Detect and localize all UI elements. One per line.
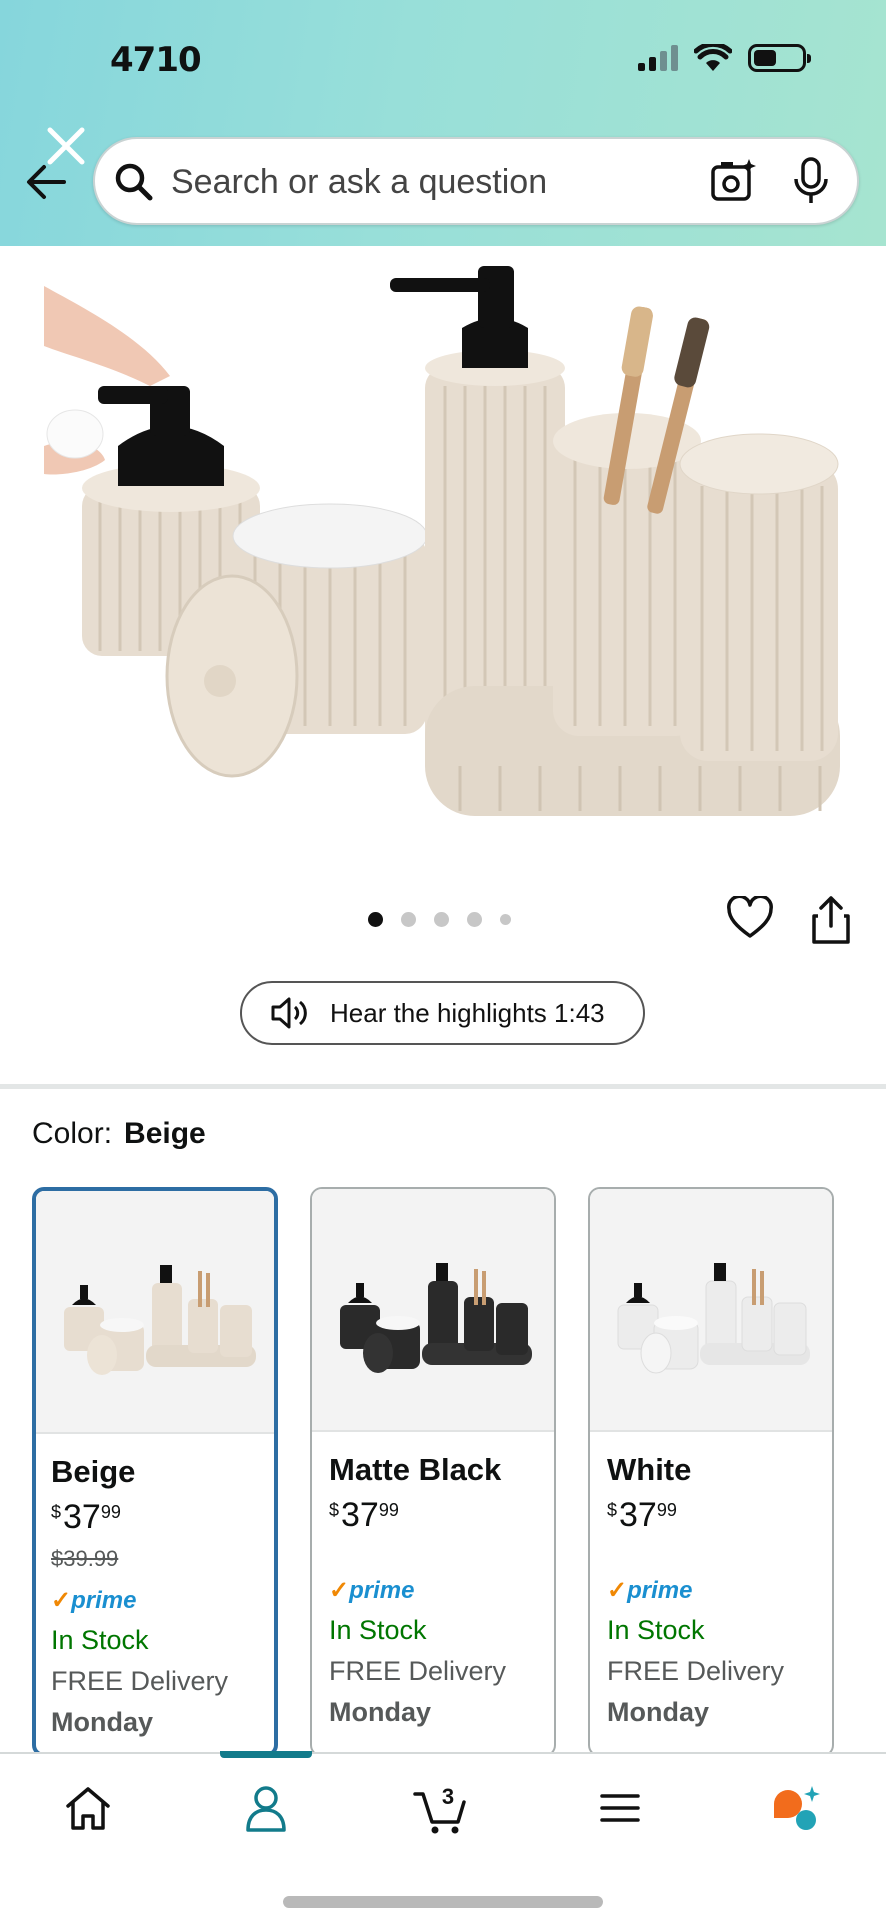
swatch-delivery: FREE Delivery xyxy=(51,1666,229,1696)
image-carousel-dots[interactable] xyxy=(368,912,511,927)
cart-icon[interactable]: 3 xyxy=(412,1780,472,1836)
search-icon xyxy=(115,163,153,201)
swatch-thumbnail xyxy=(36,1191,274,1434)
carousel-dot[interactable] xyxy=(434,912,449,927)
battery-icon xyxy=(748,44,811,72)
account-icon[interactable] xyxy=(238,1780,294,1836)
status-time: 4710 xyxy=(110,40,202,80)
color-swatch-matte-black[interactable]: Matte Black $3799 ✓prime In Stock FREE D… xyxy=(310,1187,556,1757)
color-selection-label: Color: Beige xyxy=(32,1117,206,1151)
swatch-name: White xyxy=(607,1452,692,1487)
carousel-dot[interactable] xyxy=(467,912,482,927)
carousel-dot[interactable] xyxy=(368,912,383,927)
swatch-price: $3799 xyxy=(51,1498,121,1536)
search-input[interactable]: Search or ask a question xyxy=(171,163,547,202)
swatch-list-price: $39.99 xyxy=(51,1546,119,1571)
selected-color-value: Beige xyxy=(124,1117,206,1150)
status-icons xyxy=(638,44,811,72)
cart-count: 3 xyxy=(442,1784,454,1809)
prime-badge: ✓prime xyxy=(51,1587,137,1614)
swatch-thumbnail xyxy=(590,1189,832,1432)
swatch-delivery: FREE Delivery xyxy=(329,1656,507,1686)
home-icon[interactable] xyxy=(60,1780,116,1836)
swatch-delivery-day: Monday xyxy=(607,1697,710,1727)
swatch-name: Matte Black xyxy=(329,1452,502,1487)
share-icon[interactable] xyxy=(810,894,852,946)
carousel-dot[interactable] xyxy=(500,914,511,925)
swatch-product-image xyxy=(617,1263,810,1374)
speaker-icon xyxy=(271,997,307,1029)
color-swatch-beige[interactable]: Beige $3799 $39.99 ✓prime In Stock FREE … xyxy=(32,1187,278,1757)
hear-highlights-button[interactable]: Hear the highlights 1:43 xyxy=(240,981,645,1045)
hear-highlights-label: Hear the highlights 1:43 xyxy=(330,997,605,1028)
swatch-stock-status: In Stock xyxy=(51,1625,149,1655)
swatch-stock-status: In Stock xyxy=(607,1615,705,1645)
swatch-product-image xyxy=(340,1263,532,1373)
color-label: Color: xyxy=(32,1117,113,1150)
swatch-price: $3799 xyxy=(329,1496,399,1534)
wifi-icon xyxy=(694,44,732,71)
active-tab-indicator xyxy=(220,1751,312,1758)
home-indicator xyxy=(283,1896,603,1908)
carousel-dot[interactable] xyxy=(401,912,416,927)
prime-badge: ✓prime xyxy=(607,1577,693,1604)
rufus-icon[interactable] xyxy=(768,1780,824,1836)
swatch-delivery-day: Monday xyxy=(51,1707,154,1737)
prime-badge: ✓prime xyxy=(329,1577,415,1604)
swatch-stock-status: In Stock xyxy=(329,1615,427,1645)
section-divider xyxy=(0,1084,886,1089)
signal-icon xyxy=(638,45,678,71)
back-arrow-icon[interactable] xyxy=(24,162,68,202)
color-swatch-white[interactable]: White $3799 ✓prime In Stock FREE Deliver… xyxy=(588,1187,834,1757)
swatch-thumbnail xyxy=(312,1189,554,1432)
microphone-icon[interactable] xyxy=(791,157,831,205)
product-image[interactable] xyxy=(0,246,886,866)
swatch-product-image xyxy=(64,1265,256,1375)
menu-icon[interactable] xyxy=(592,1780,648,1836)
swatch-delivery-day: Monday xyxy=(329,1697,432,1727)
swatch-price: $3799 xyxy=(607,1496,677,1534)
heart-icon[interactable] xyxy=(726,896,774,940)
camera-icon[interactable] xyxy=(709,157,757,205)
swatch-delivery: FREE Delivery xyxy=(607,1656,785,1686)
search-bar[interactable]: Search or ask a question xyxy=(93,137,859,225)
app-header: 4710 Search or ask a question xyxy=(0,0,886,246)
swatch-name: Beige xyxy=(51,1454,136,1489)
bottom-navigation: 3 xyxy=(0,1751,886,1920)
